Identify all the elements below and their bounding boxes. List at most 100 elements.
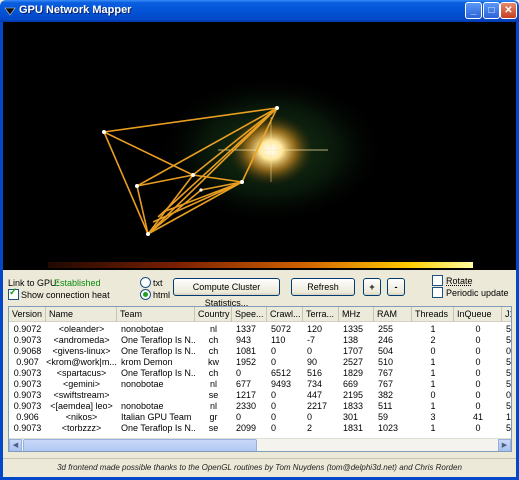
table-cell: 301	[343, 412, 359, 422]
column-header[interactable]: Spee...	[232, 307, 267, 322]
table-cell: 59	[378, 412, 389, 422]
table-cell: nl	[209, 401, 217, 411]
table-row[interactable]: 0.9072 <oleander> nonobotae nl 1337 5072 120 13…	[9, 324, 512, 335]
table-cell: 734	[307, 379, 323, 389]
heat-scale-bar	[48, 262, 473, 268]
table-cell: <torbzzz>	[61, 423, 102, 433]
table-cell: 2527	[343, 357, 364, 367]
show-heat-checkbox[interactable]	[8, 287, 19, 300]
close-button[interactable]: ✕	[500, 2, 517, 19]
periodic-update-label: Periodic update	[446, 288, 509, 298]
compute-cluster-stats-label: Compute Cluster Statistics...	[192, 282, 261, 308]
table-cell: 2195	[343, 390, 364, 400]
column-header[interactable]: Team	[117, 307, 195, 322]
table-cell: 0.9072	[13, 324, 42, 334]
table-cell: 0	[475, 368, 481, 378]
table-cell: 246	[378, 335, 394, 345]
table-cell: 0	[236, 412, 242, 422]
table-cell: 2	[430, 335, 436, 345]
network-graph	[48, 75, 473, 268]
table-cell: ch	[208, 368, 219, 378]
column-header[interactable]: RAM	[374, 307, 412, 322]
table-cell: 1	[430, 379, 436, 389]
column-header[interactable]: MHz	[339, 307, 374, 322]
table-row[interactable]: 0.9073 <spartacus> One Teraflop Is N... ch 0…	[9, 368, 511, 379]
scroll-thumb[interactable]	[23, 439, 257, 451]
table-cell: krom Demon	[121, 357, 173, 367]
table-cell: 0.9073	[13, 379, 42, 389]
table-cell: 1	[430, 357, 436, 367]
compute-cluster-stats-button[interactable]: Compute Cluster Statistics...	[173, 278, 280, 308]
horizontal-scrollbar[interactable]: ◀ ▶	[9, 438, 511, 451]
table-cell: Italian GPU Team	[121, 412, 192, 422]
column-header[interactable]: Crawl...	[267, 307, 303, 322]
table-cell: 447	[307, 390, 323, 400]
table-cell: 0	[475, 335, 481, 345]
format-txt-radio[interactable]	[140, 277, 151, 288]
column-header[interactable]: J1	[502, 307, 511, 322]
column-header[interactable]: Country	[195, 307, 232, 322]
window-title: GPU Network Mapper	[19, 4, 132, 16]
table-row[interactable]: 0.9068 <givens-linux> One Teraflop Is N...…	[9, 346, 511, 357]
table-cell: 1081	[236, 346, 257, 356]
table-cell: 0.907	[16, 357, 39, 367]
table-cell: 5...	[506, 401, 512, 411]
table-row[interactable]: 0.9073 <[aemdea] leo> nonobotae nl 2330 0 2217…	[9, 401, 512, 412]
network-3d-view[interactable]	[3, 22, 516, 270]
table-cell: 0.9073	[13, 401, 42, 411]
credits-footer: 3d frontend made possible thanks to the …	[3, 458, 516, 477]
table-cell: 9493	[271, 379, 292, 389]
table-cell: 2099	[236, 423, 257, 433]
table-cell: 1335	[343, 324, 364, 334]
maximize-button[interactable]: □	[483, 2, 500, 19]
show-heat-label: Show connection heat	[21, 290, 110, 300]
refresh-button[interactable]: Refresh	[291, 278, 355, 296]
table-row[interactable]: 0.9073 <gemini> nonobotae nl 677 9493 734 669 76…	[9, 379, 512, 390]
table-cell: -7	[307, 335, 316, 345]
rotate-checkbox[interactable]	[432, 275, 443, 286]
table-row[interactable]: 0.9073 <swiftstream> se 1217 0 447 2195 382 0 0 0	[9, 390, 512, 401]
column-header[interactable]: Version	[9, 307, 46, 322]
table-cell: <andromeda>	[53, 335, 110, 345]
table-cell: 0	[506, 390, 512, 400]
format-html-label: html	[153, 290, 171, 300]
table-row[interactable]: 0.9073 <andromeda> One Teraflop Is N... ch 9…	[9, 335, 511, 346]
table-cell: 90	[307, 357, 318, 367]
minimize-icon: _	[470, 5, 477, 16]
table-cell: 0	[271, 412, 277, 422]
table-cell: 1707	[343, 346, 364, 356]
table-cell: 1829	[343, 368, 364, 378]
column-header[interactable]: InQueue	[454, 307, 502, 322]
table-cell: nonobotae	[121, 401, 164, 411]
table-cell: <swiftstream>	[53, 390, 110, 400]
nodes-table[interactable]: Version Name Team Country Spee... Crawl... Ter…	[8, 306, 512, 452]
column-header[interactable]: Name	[46, 307, 117, 322]
close-icon: ✕	[504, 5, 513, 16]
zoom-in-button[interactable]: +	[363, 278, 381, 296]
scroll-left-icon[interactable]: ◀	[9, 439, 22, 451]
rotate-label: Rotate	[446, 276, 473, 286]
periodic-update-checkbox[interactable]	[432, 287, 443, 298]
column-header[interactable]: Threads	[412, 307, 454, 322]
zoom-out-button[interactable]: -	[387, 278, 405, 296]
minimize-button[interactable]: _	[465, 2, 482, 19]
format-html-radio[interactable]	[140, 289, 151, 300]
table-cell: se	[208, 390, 219, 400]
table-cell: 1	[430, 401, 436, 411]
table-cell: <nikos>	[65, 412, 98, 422]
table-cell: 1217	[236, 390, 257, 400]
table-row[interactable]: 0.906 <nikos> Italian GPU Team gr 0 0 0 301 59 3 4…	[9, 412, 511, 423]
app-icon	[4, 7, 16, 16]
table-cell: 1833	[343, 401, 364, 411]
column-header[interactable]: Terra...	[303, 307, 339, 322]
title-bar[interactable]: GPU Network Mapper _ □ ✕	[0, 0, 519, 22]
table-cell: 5...	[506, 379, 512, 389]
table-cell: 510	[378, 357, 394, 367]
table-cell: 943	[236, 335, 252, 345]
table-cell: 516	[307, 368, 323, 378]
scroll-right-icon[interactable]: ▶	[498, 439, 511, 451]
table-cell: 5...	[506, 324, 512, 334]
table-row[interactable]: 0.907 <krom@work|m... krom Demon kw 1952 0 90 2…	[9, 357, 511, 368]
table-cell: 255	[378, 324, 394, 334]
table-row[interactable]: 0.9073 <torbzzz> One Teraflop Is N... se 209…	[9, 423, 511, 434]
